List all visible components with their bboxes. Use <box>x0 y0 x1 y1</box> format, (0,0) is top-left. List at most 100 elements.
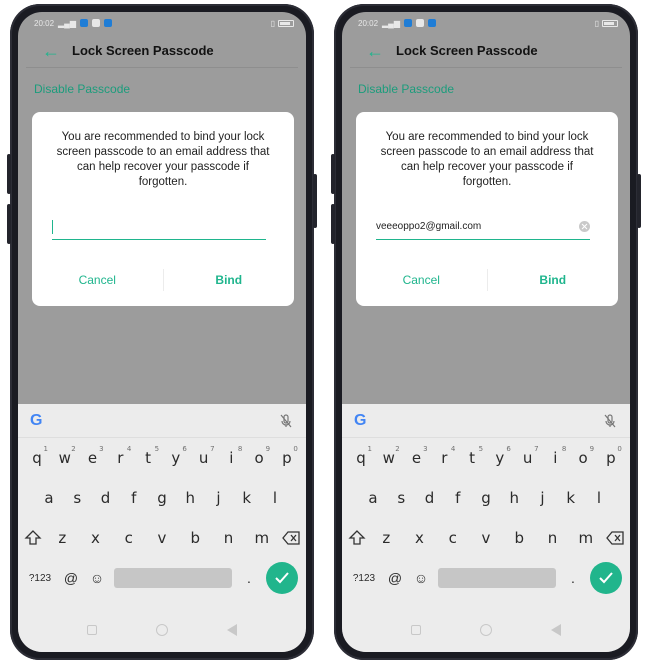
key[interactable]: z <box>49 529 75 547</box>
bind-email-dialog: You are recommended to bind your lock sc… <box>356 112 618 306</box>
key[interactable]: r4 <box>107 445 133 467</box>
key[interactable]: l <box>262 489 288 507</box>
key[interactable]: u7 <box>191 445 217 467</box>
enter-key[interactable] <box>590 562 622 594</box>
period-key[interactable]: . <box>240 570 258 586</box>
key[interactable]: w2 <box>376 445 402 467</box>
home-icon[interactable] <box>155 624 168 636</box>
key[interactable]: h <box>177 489 203 507</box>
key[interactable]: i8 <box>218 445 244 467</box>
shift-icon[interactable] <box>348 530 366 546</box>
disable-passcode-item[interactable]: Disable Passcode <box>342 68 630 108</box>
key[interactable]: w2 <box>52 445 78 467</box>
key[interactable]: e3 <box>80 445 106 467</box>
phone-left: 20:02 ▂▄▆ ▯ ← Lock Screen Passcode Disab… <box>7 4 317 660</box>
key[interactable]: d <box>417 489 443 507</box>
key[interactable]: o9 <box>246 445 272 467</box>
clear-icon[interactable] <box>579 221 590 232</box>
key[interactable]: t5 <box>135 445 161 467</box>
email-input[interactable] <box>376 221 579 232</box>
key[interactable]: k <box>234 489 260 507</box>
backspace-icon[interactable] <box>282 530 300 546</box>
back-arrow-icon[interactable]: ← <box>42 42 72 60</box>
key[interactable]: j <box>530 489 556 507</box>
key[interactable]: v <box>149 529 175 547</box>
key[interactable]: l <box>586 489 612 507</box>
key[interactable]: q1 <box>348 445 374 467</box>
at-key[interactable]: @ <box>62 570 80 586</box>
key-row-1: q1 w2 e3 r4 t5 y6 u7 i8 o9 p0 <box>18 438 306 478</box>
key[interactable]: n <box>540 529 566 547</box>
key[interactable]: y6 <box>163 445 189 467</box>
key[interactable]: a <box>36 489 62 507</box>
key[interactable]: f <box>445 489 471 507</box>
key[interactable]: f <box>121 489 147 507</box>
email-field[interactable] <box>376 214 590 240</box>
key[interactable]: v <box>473 529 499 547</box>
key[interactable]: y6 <box>487 445 513 467</box>
signal-icon: ▂▄▆ <box>58 18 77 28</box>
key[interactable]: m <box>249 529 275 547</box>
key[interactable]: p0 <box>274 445 300 467</box>
key[interactable]: z <box>373 529 399 547</box>
key[interactable]: k <box>558 489 584 507</box>
google-icon[interactable]: G <box>30 412 42 430</box>
key[interactable]: t5 <box>459 445 485 467</box>
spacebar[interactable] <box>438 568 556 588</box>
key[interactable]: p0 <box>598 445 624 467</box>
key[interactable]: h <box>501 489 527 507</box>
recents-icon[interactable] <box>411 625 422 635</box>
shift-icon[interactable] <box>24 530 42 546</box>
bind-button[interactable]: Bind <box>488 273 619 287</box>
key[interactable]: o9 <box>570 445 596 467</box>
enter-key[interactable] <box>266 562 298 594</box>
symbols-key[interactable]: ?123 <box>350 573 378 584</box>
dialog-message: You are recommended to bind your lock sc… <box>380 131 594 188</box>
back-arrow-icon[interactable]: ← <box>366 42 396 60</box>
key[interactable]: s <box>64 489 90 507</box>
key[interactable]: a <box>360 489 386 507</box>
google-icon[interactable]: G <box>354 412 366 430</box>
key-row-1: q1 w2 e3 r4 t5 y6 u7 i8 o9 p0 <box>342 438 630 478</box>
key[interactable]: i8 <box>542 445 568 467</box>
key[interactable]: c <box>440 529 466 547</box>
emoji-key[interactable]: ☺ <box>88 570 106 586</box>
email-field[interactable] <box>52 214 266 240</box>
cancel-button[interactable]: Cancel <box>356 273 487 287</box>
bind-button[interactable]: Bind <box>164 273 295 287</box>
key[interactable]: j <box>206 489 232 507</box>
home-icon[interactable] <box>479 624 492 636</box>
key[interactable]: u7 <box>515 445 541 467</box>
notification-icon <box>404 19 413 27</box>
back-icon[interactable] <box>550 624 561 636</box>
key[interactable]: n <box>216 529 242 547</box>
key[interactable]: c <box>116 529 142 547</box>
email-input[interactable] <box>53 221 266 232</box>
mic-off-icon[interactable] <box>278 413 294 429</box>
at-key[interactable]: @ <box>386 570 404 586</box>
key[interactable]: d <box>93 489 119 507</box>
spacebar[interactable] <box>114 568 232 588</box>
key[interactable]: x <box>83 529 109 547</box>
key[interactable]: g <box>149 489 175 507</box>
mic-off-icon[interactable] <box>602 413 618 429</box>
symbols-key[interactable]: ?123 <box>26 573 54 584</box>
key[interactable]: r4 <box>431 445 457 467</box>
key-row-2: a s d f g h j k l <box>18 478 306 518</box>
key[interactable]: x <box>407 529 433 547</box>
disable-passcode-item[interactable]: Disable Passcode <box>18 68 306 108</box>
volume-button <box>7 154 11 194</box>
cancel-button[interactable]: Cancel <box>32 273 163 287</box>
key[interactable]: b <box>182 529 208 547</box>
period-key[interactable]: . <box>564 570 582 586</box>
key[interactable]: m <box>573 529 599 547</box>
backspace-icon[interactable] <box>606 530 624 546</box>
back-icon[interactable] <box>226 624 237 636</box>
key[interactable]: g <box>473 489 499 507</box>
key[interactable]: e3 <box>404 445 430 467</box>
key[interactable]: s <box>388 489 414 507</box>
key[interactable]: q1 <box>24 445 50 467</box>
key[interactable]: b <box>506 529 532 547</box>
emoji-key[interactable]: ☺ <box>412 570 430 586</box>
recents-icon[interactable] <box>87 625 98 635</box>
